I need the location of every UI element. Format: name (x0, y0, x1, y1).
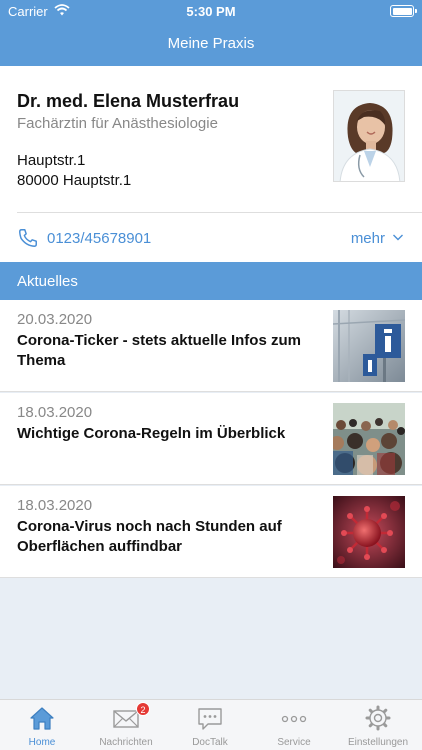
tab-doctalk[interactable]: DocTalk (168, 700, 252, 750)
more-dots-icon (281, 715, 307, 723)
practice-profile-card: Dr. med. Elena Musterfrau Fachärztin für… (0, 66, 422, 262)
tab-label: DocTalk (192, 737, 228, 748)
tab-einstellungen[interactable]: Einstellungen (336, 700, 420, 750)
news-item[interactable]: 18.03.2020 Wichtige Corona-Regeln im Übe… (0, 393, 422, 485)
news-title: Wichtige Corona-Regeln im Überblick (17, 425, 286, 442)
tab-home[interactable]: Home (0, 700, 84, 750)
doctor-name: Dr. med. Elena Musterfrau (17, 91, 240, 111)
news-item[interactable]: 18.03.2020 Corona-Virus noch nach Stunde… (0, 486, 422, 578)
battery-icon (390, 5, 417, 17)
unread-badge: 2 (136, 702, 150, 716)
news-section-title: Aktuelles (17, 273, 78, 290)
chevron-down-icon[interactable] (392, 230, 404, 244)
news-item[interactable]: 20.03.2020 Corona-Ticker - stets aktuell… (0, 300, 422, 392)
tab-nachrichten[interactable]: 2 Nachrichten (84, 700, 168, 750)
address-street: Hauptstr.1 (17, 152, 86, 169)
address-city: 80000 Hauptstr.1 (17, 172, 132, 189)
status-bar: Carrier 5:30 PM (0, 0, 422, 22)
clock: 5:30 PM (186, 4, 236, 19)
divider (17, 212, 422, 213)
news-date: 20.03.2020 (17, 311, 93, 328)
news-thumbnail-crowd (333, 403, 405, 475)
phone-number-link[interactable]: 0123/45678901 (47, 230, 151, 247)
news-date: 18.03.2020 (17, 404, 93, 421)
chat-icon (198, 708, 222, 730)
news-title: Corona-Virus noch nach Stunden auf Oberf… (17, 518, 282, 555)
tab-bar: Home 2 Nachrichten DocTalk Service Einst… (0, 699, 422, 750)
tab-label: Service (277, 737, 311, 748)
tab-label: Einstellungen (347, 737, 409, 748)
top-bar: Carrier 5:30 PM Meine Praxis (0, 0, 422, 66)
page-title: Meine Praxis (167, 35, 255, 52)
home-icon (30, 707, 54, 730)
phone-row[interactable]: 0123/45678901 mehr (17, 227, 407, 251)
news-thumbnail-info-sign (333, 310, 405, 382)
news-thumbnail-virus (333, 496, 405, 568)
news-date: 18.03.2020 (17, 497, 93, 514)
phone-icon (19, 229, 37, 247)
more-button[interactable]: mehr (351, 230, 385, 247)
doctor-portrait (333, 90, 405, 182)
news-section-header: Aktuelles (0, 262, 422, 300)
tab-label: Home (28, 737, 56, 748)
tab-label: Nachrichten (99, 737, 153, 748)
doctor-specialty: Fachärztin für Anästhesiologie (17, 115, 218, 132)
gear-icon (365, 705, 391, 731)
tab-service[interactable]: Service (252, 700, 336, 750)
news-title: Corona-Ticker - stets aktuelle Infos zum… (17, 332, 301, 369)
